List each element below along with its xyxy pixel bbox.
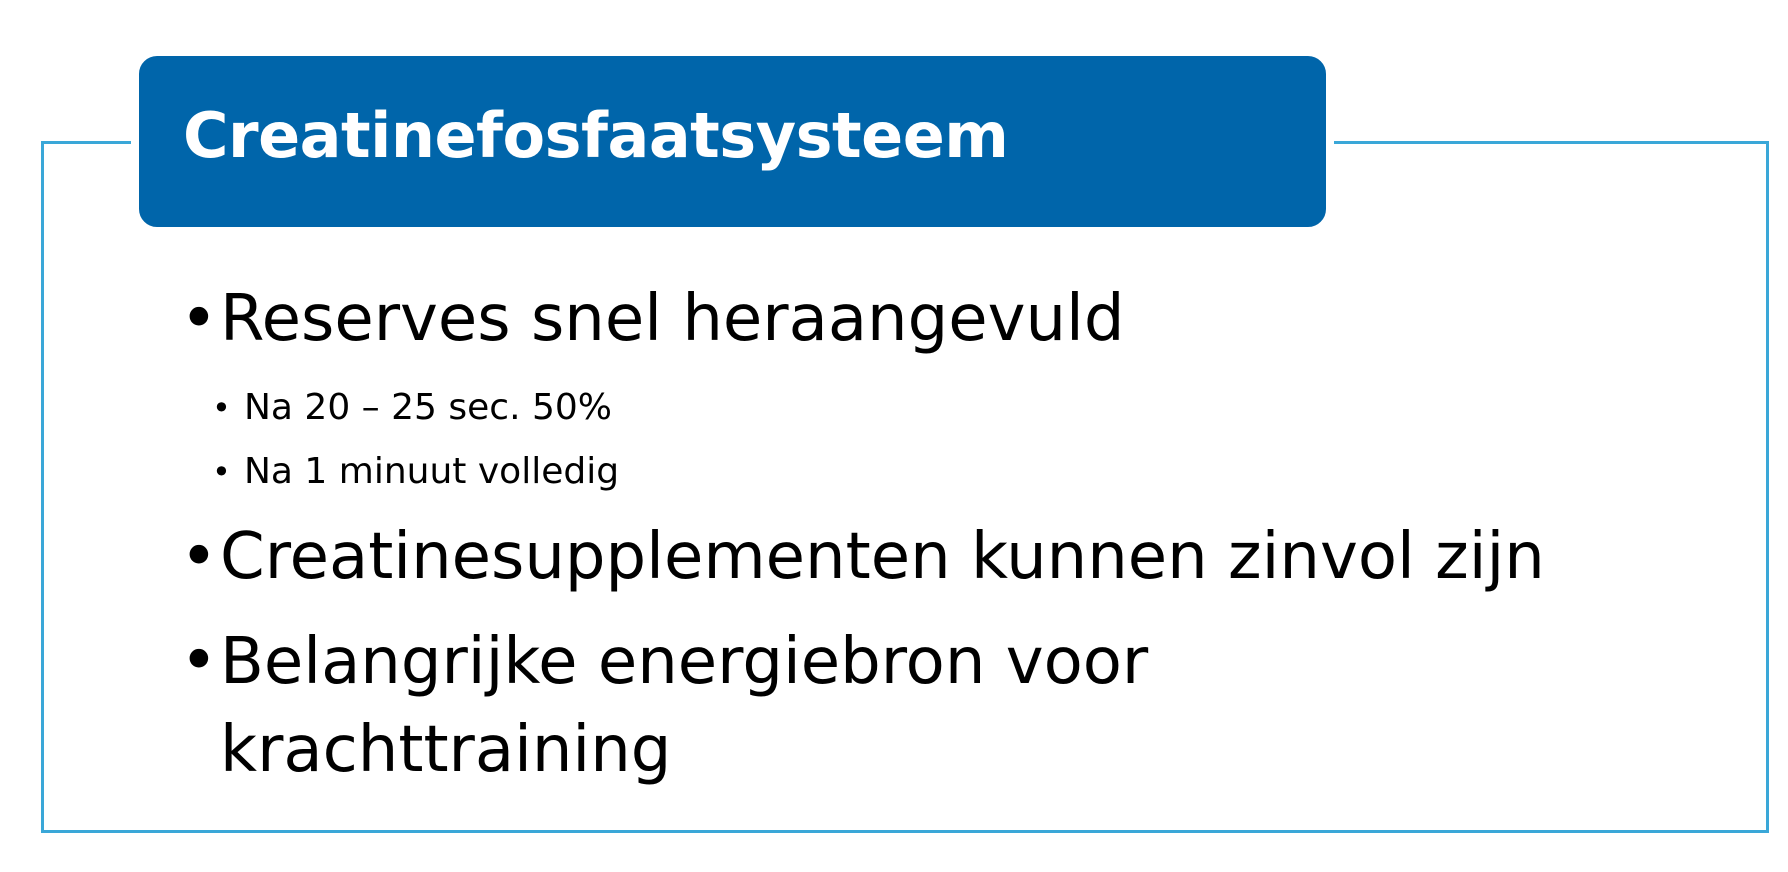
sub-bullet-item: • Na 1 minuut volledig xyxy=(212,448,619,496)
sub-bullet-text: Na 20 – 25 sec. 50% xyxy=(244,387,612,428)
sub-bullet-dot: • xyxy=(212,389,231,427)
bullet-dot: • xyxy=(180,624,218,698)
sub-bullet-item: • Na 20 – 25 sec. 50% xyxy=(212,384,612,432)
bullet-dot: • xyxy=(180,282,218,356)
sub-bullet-text: Na 1 minuut volledig xyxy=(244,451,620,492)
bullet-text: Creatinesupplementen kunnen zinvol zijn xyxy=(220,520,1545,594)
bullet-dot: • xyxy=(180,520,218,594)
bullet-text: Reserves snel heraangevuld xyxy=(220,282,1125,356)
bullet-item: • Belangrijke energiebron voor krachttra… xyxy=(180,618,1320,794)
bullet-item: • Creatinesupplementen kunnen zinvol zij… xyxy=(180,514,1545,600)
bullet-list: • Reserves snel heraangevuld • Na 20 – 2… xyxy=(180,0,1740,872)
bullet-text: Belangrijke energiebron voor krachttrain… xyxy=(220,625,1149,787)
bullet-item: • Reserves snel heraangevuld xyxy=(180,276,1124,362)
sub-bullet-dot: • xyxy=(212,453,231,491)
